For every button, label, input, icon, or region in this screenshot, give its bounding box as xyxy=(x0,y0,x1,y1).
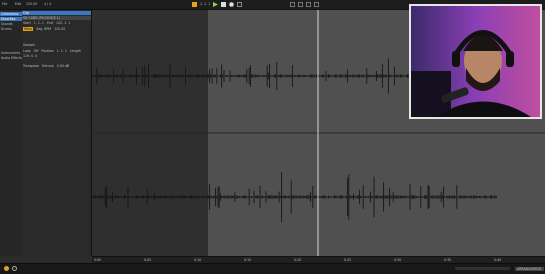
metronome-icon[interactable] xyxy=(314,1,319,7)
length-value[interactable]: 119. 0. 0 xyxy=(23,54,37,58)
seg-bpm-value[interactable]: 120.00 xyxy=(54,27,65,31)
sidebar-item-sounds[interactable]: Sounds xyxy=(0,22,22,26)
tempo-display[interactable]: 120.00 xyxy=(26,2,37,6)
cpu-indicator-icon xyxy=(4,266,9,271)
seg-bpm-label: Seg. BPM xyxy=(36,27,52,31)
clip-end-value[interactable]: 120. 1. 1 xyxy=(56,21,70,25)
loop-icon[interactable] xyxy=(298,1,303,7)
clip-view-panel: Clip SD CARD (PIC/VOICE 1) Start 1. 1. 1… xyxy=(22,10,92,256)
info-icon[interactable] xyxy=(12,266,17,271)
time-ruler-label: 0:40 xyxy=(494,258,502,262)
gain-value[interactable]: 0.00 dB xyxy=(57,64,69,68)
time-ruler-label: 0:35 xyxy=(444,258,452,262)
time-ruler-label: 0:20 xyxy=(294,258,302,262)
record-icon[interactable] xyxy=(229,1,234,7)
menu-edit[interactable]: Edit xyxy=(15,2,21,6)
clip-title: Clip xyxy=(22,11,91,15)
meter-display[interactable]: 4 / 4 xyxy=(44,2,51,6)
arrangement-record-icon[interactable] xyxy=(192,1,197,7)
webcam-overlay xyxy=(409,4,542,119)
stop-icon[interactable] xyxy=(221,1,227,7)
draw-mode-icon[interactable] xyxy=(290,1,295,7)
clip-start-value[interactable]: 1. 1. 1 xyxy=(34,21,44,25)
time-ruler-label: 0:30 xyxy=(394,258,402,262)
browser-header: Collections xyxy=(0,12,22,16)
clip-end-label: End xyxy=(46,21,53,25)
sidebar-item-drums[interactable]: Drums xyxy=(0,27,22,31)
time-ruler-label: 0:05 xyxy=(144,258,152,262)
streamer-video-image xyxy=(411,6,540,117)
track-selector[interactable]: ARRANGEMENT xyxy=(515,267,544,271)
warp-button[interactable]: Warp xyxy=(23,27,34,31)
position-value[interactable]: 1. 1. 1 xyxy=(57,49,67,53)
sidebar-item-instruments[interactable]: Instruments xyxy=(0,51,22,55)
sidebar-item-favorites[interactable]: Favorites xyxy=(0,17,22,21)
detune-label: Detune xyxy=(42,64,54,68)
length-label: Length xyxy=(69,49,81,53)
play-icon[interactable] xyxy=(213,1,219,7)
position-label: Position xyxy=(41,49,54,53)
time-ruler-label: 0:10 xyxy=(194,258,202,262)
clip-start-label: Start xyxy=(23,21,31,25)
status-bar: ARRANGEMENT xyxy=(0,263,545,274)
overdub-icon[interactable] xyxy=(237,1,243,7)
loop-value[interactable]: Off xyxy=(34,49,39,53)
scroll-track[interactable] xyxy=(455,267,510,270)
time-ruler-label: 0:15 xyxy=(244,258,252,262)
loop-label: Loop xyxy=(23,49,31,53)
time-ruler-label: 0:00 xyxy=(94,258,102,262)
time-ruler-label: 0:25 xyxy=(344,258,352,262)
position-display[interactable]: 1. 1. 1 xyxy=(200,2,210,6)
punch-in-icon[interactable] xyxy=(306,1,311,7)
browser-sidebar: Collections Favorites Sounds Drums Instr… xyxy=(0,10,23,256)
transpose-label: Transpose xyxy=(23,64,40,68)
sidebar-item-audio-effects[interactable]: Audio Effects xyxy=(0,56,22,60)
menu-file[interactable]: File xyxy=(2,2,7,6)
